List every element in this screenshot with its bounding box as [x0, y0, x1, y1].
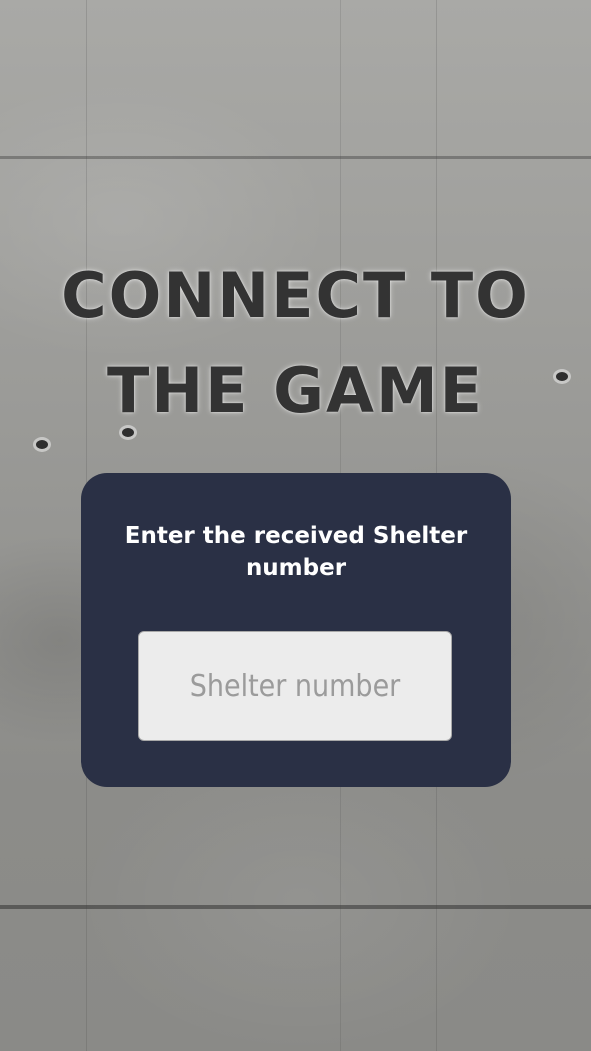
page-title: CONNECT TO THE GAME	[0, 248, 591, 438]
connect-card: Enter the received Shelter number	[81, 473, 511, 787]
shelter-number-input[interactable]	[138, 631, 452, 741]
wall-seam	[0, 156, 591, 159]
shelter-prompt: Enter the received Shelter number	[124, 523, 468, 581]
wall-seam	[0, 905, 591, 909]
page-title-line-1: CONNECT TO	[61, 259, 530, 332]
bullet-hole	[36, 440, 48, 449]
page-title-line-2: THE GAME	[106, 354, 485, 427]
